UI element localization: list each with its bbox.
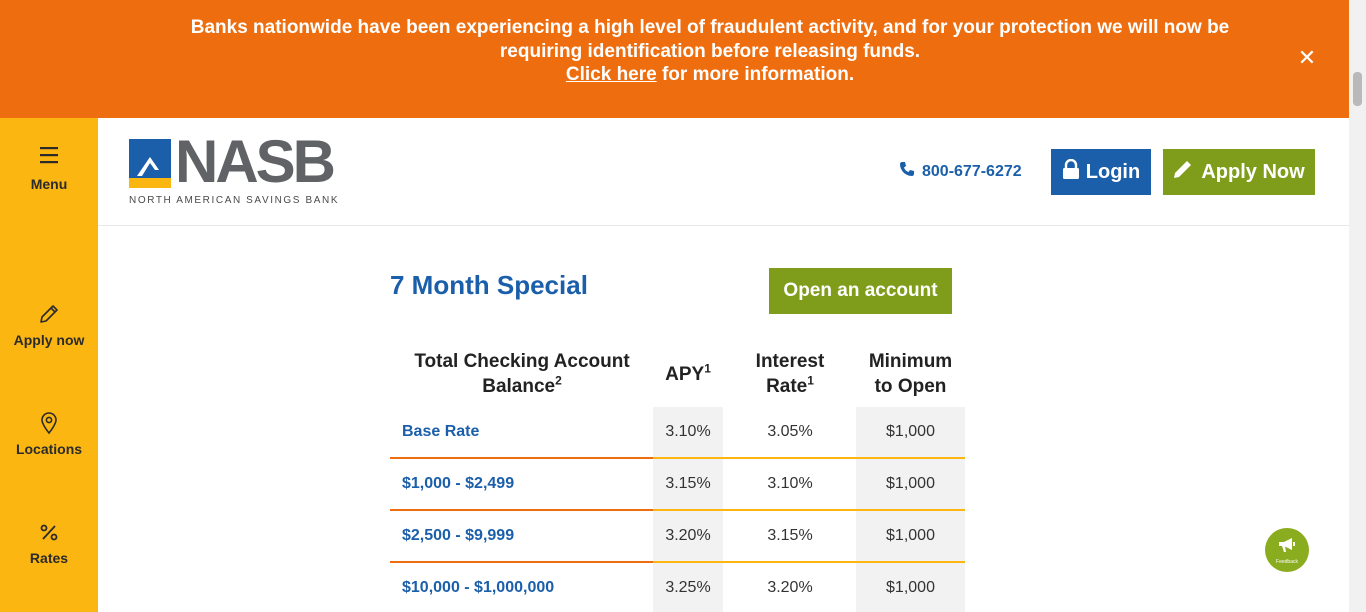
- login-button[interactable]: Login: [1051, 149, 1151, 195]
- header-interest-rate: Interest Rate1: [745, 340, 835, 408]
- row-apy: 3.20%: [665, 527, 711, 544]
- phone-number: 800-677-6272: [922, 162, 1022, 180]
- row-min: $1,000: [886, 579, 935, 596]
- alert-more-info-link[interactable]: Click here: [566, 64, 657, 85]
- phone-icon: [899, 161, 915, 182]
- open-account-button[interactable]: Open an account: [769, 268, 952, 314]
- header-minimum: Minimum to Open: [868, 351, 953, 397]
- alert-message: Banks nationwide have been experiencing …: [160, 16, 1260, 87]
- feedback-label: Feedback: [1276, 558, 1298, 565]
- pencil-icon: [1173, 159, 1193, 185]
- apply-now-label: Apply Now: [1201, 160, 1305, 183]
- alert-link-suffix: for more information.: [656, 64, 855, 85]
- fraud-alert-banner: Banks nationwide have been experiencing …: [0, 0, 1349, 118]
- lock-icon: [1062, 158, 1080, 185]
- header-apy-text: APY: [665, 363, 705, 385]
- footnote-1: 1: [807, 373, 814, 388]
- row-rate: 3.05%: [767, 423, 813, 440]
- footnote-2: 2: [555, 373, 562, 388]
- sidebar-item-rates[interactable]: Rates: [0, 520, 98, 566]
- header-balance-text: Total Checking Account Balance: [414, 351, 630, 397]
- table-row: $1,000 - $2,499 3.15% 3.10% $1,000: [390, 459, 965, 511]
- row-min: $1,000: [886, 527, 935, 544]
- percent-icon: [0, 520, 98, 544]
- row-label: $2,500 - $9,999: [402, 527, 515, 544]
- row-rate: 3.10%: [767, 475, 813, 492]
- row-min: $1,000: [886, 475, 935, 492]
- sidebar-item-label: Locations: [15, 441, 83, 457]
- row-apy: 3.10%: [665, 423, 711, 440]
- nasb-logo[interactable]: NASB NORTH AMERICAN SAVINGS BANK: [129, 128, 344, 206]
- sidebar-item-apply-now[interactable]: Apply now: [0, 302, 98, 348]
- site-header: NASB NORTH AMERICAN SAVINGS BANK 800-677…: [98, 118, 1349, 226]
- page-title: 7 Month Special: [390, 270, 588, 300]
- footnote-1: 1: [704, 361, 711, 376]
- table-row: Base Rate 3.10% 3.05% $1,000: [390, 407, 965, 459]
- megaphone-icon: [1277, 536, 1297, 559]
- logo-mark-icon: [129, 139, 171, 188]
- row-min: $1,000: [886, 423, 935, 440]
- row-apy: 3.25%: [665, 579, 711, 596]
- login-label: Login: [1085, 160, 1141, 183]
- page-scrollbar[interactable]: [1349, 0, 1366, 612]
- sidebar: Menu Apply now Locations Rates: [0, 118, 98, 612]
- table-row: $10,000 - $1,000,000 3.25% 3.20% $1,000: [390, 563, 965, 612]
- row-apy: 3.15%: [665, 475, 711, 492]
- sidebar-item-label: Rates: [29, 550, 69, 566]
- logo-wordmark: NASB: [175, 128, 336, 195]
- sidebar-item-label: Menu: [30, 176, 68, 192]
- phone-link[interactable]: 800-677-6272: [899, 161, 1022, 182]
- row-label: Base Rate: [402, 423, 480, 440]
- header-balance: Total Checking Account Balance2: [402, 340, 642, 408]
- row-label: $10,000 - $1,000,000: [402, 579, 555, 596]
- logo-tagline: NORTH AMERICAN SAVINGS BANK: [129, 195, 340, 206]
- feedback-button[interactable]: Feedback: [1265, 528, 1309, 572]
- sidebar-item-locations[interactable]: Locations: [0, 411, 98, 457]
- close-icon[interactable]: ✕: [1296, 47, 1318, 69]
- alert-text: Banks nationwide have been experiencing …: [190, 17, 1230, 62]
- header-rate-text: Interest Rate: [755, 351, 825, 397]
- map-pin-icon: [0, 411, 98, 435]
- header-apy: APY1: [653, 340, 723, 408]
- sidebar-item-menu[interactable]: Menu: [0, 146, 98, 192]
- row-rate: 3.15%: [767, 527, 813, 544]
- pencil-icon: [0, 302, 98, 326]
- table-row: $2,500 - $9,999 3.20% 3.15% $1,000: [390, 511, 965, 563]
- row-rate: 3.20%: [767, 579, 813, 596]
- sidebar-item-label: Apply now: [13, 332, 85, 348]
- apply-now-button[interactable]: Apply Now: [1163, 149, 1315, 195]
- hamburger-icon: [0, 146, 98, 166]
- scrollbar-thumb[interactable]: [1353, 72, 1362, 106]
- row-label: $1,000 - $2,499: [402, 475, 515, 492]
